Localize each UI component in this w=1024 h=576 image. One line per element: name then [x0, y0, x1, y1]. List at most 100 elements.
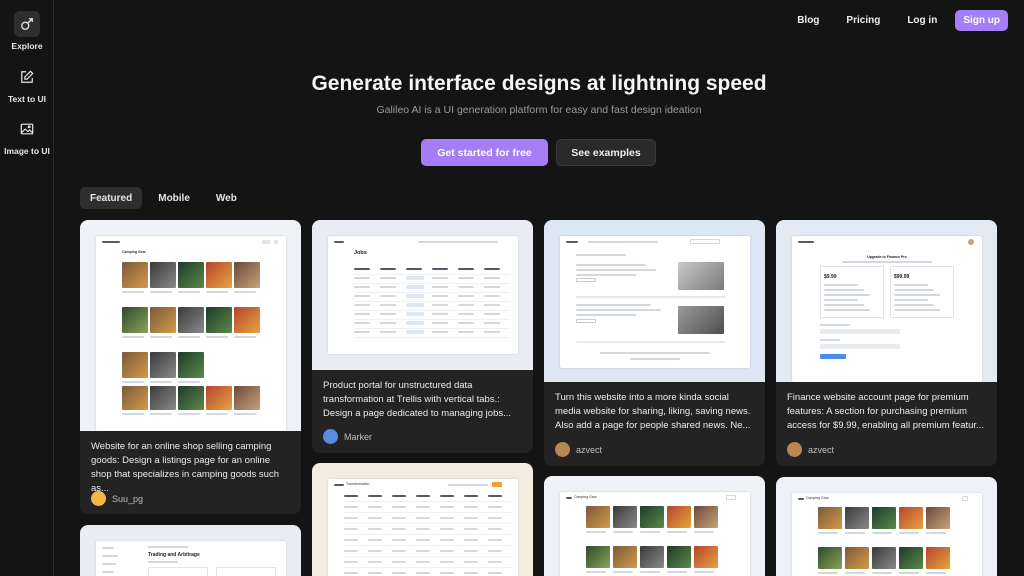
table-cell — [344, 550, 358, 552]
nav-blog-link[interactable]: Blog — [797, 15, 819, 26]
product-thumbnail — [122, 307, 148, 333]
feature-line — [824, 284, 858, 286]
sidebar-item-explore[interactable]: Explore — [0, 11, 54, 51]
product-caption — [150, 413, 172, 415]
table-cell — [380, 304, 396, 306]
table-cell — [440, 550, 454, 552]
table-cell — [440, 528, 454, 530]
table-divider — [344, 556, 512, 557]
table-cell — [368, 561, 382, 563]
example-card-news-social[interactable]: Turn this website into a more kinda soci… — [544, 220, 765, 466]
tab-web[interactable]: Web — [206, 187, 247, 209]
product-thumbnail — [818, 547, 842, 569]
product-thumbnail — [122, 352, 148, 378]
product-thumbnail — [150, 307, 176, 333]
table-cell — [432, 322, 448, 324]
table-cell — [406, 285, 424, 289]
table-cell — [368, 539, 382, 541]
table-cell — [432, 295, 448, 297]
example-card-camping-shop[interactable]: Camping Gear Website for an online shop … — [80, 220, 301, 514]
table-cell — [484, 295, 500, 297]
get-started-button[interactable]: Get started for free — [421, 139, 548, 166]
table-cell — [416, 572, 430, 574]
nav-pricing-link[interactable]: Pricing — [846, 15, 880, 26]
table-cell — [464, 517, 478, 519]
table-cell — [344, 539, 358, 541]
edit-icon — [14, 64, 40, 90]
table-cell — [392, 572, 406, 574]
product-thumbnail — [640, 546, 664, 568]
card-thumbnail: Camping Gear — [776, 477, 997, 576]
sidebar-item-image-to-ui[interactable]: Image to UI — [0, 116, 54, 156]
mock-price-monthly: $9.99 — [824, 274, 837, 280]
mock-title: Trading and Arbitrage — [148, 552, 200, 558]
example-card-camping-gear-2[interactable]: Camping Gear — [544, 476, 765, 576]
product-caption — [613, 531, 633, 533]
table-cell — [354, 322, 370, 324]
mock-page: Jobs — [328, 236, 518, 354]
product-caption — [818, 532, 838, 534]
card-thumbnail: Upgrade to Finance Pro $9.99 $99.99 — [776, 220, 997, 382]
example-card-jobs-portal[interactable]: Jobs Product portal for unstructured dat… — [312, 220, 533, 453]
sidebar: Explore Text to UI Image to UI — [0, 0, 54, 576]
product-caption — [150, 381, 172, 383]
table-cell — [432, 304, 448, 306]
product-thumbnail — [926, 547, 950, 569]
table-cell — [432, 331, 448, 333]
feature-line — [894, 284, 928, 286]
explore-icon — [14, 11, 40, 37]
table-divider — [354, 274, 510, 275]
nav-login-link[interactable]: Log in — [907, 15, 937, 26]
feature-line — [894, 304, 934, 306]
product-caption — [206, 413, 228, 415]
table-divider — [344, 534, 512, 535]
table-divider — [354, 328, 510, 329]
product-thumbnail — [667, 506, 691, 528]
table-divider — [354, 292, 510, 293]
table-cell — [464, 528, 478, 530]
table-cell — [464, 495, 478, 497]
table-cell — [368, 495, 382, 497]
table-cell — [406, 321, 424, 325]
feature-line — [894, 309, 940, 311]
card-author: Suu_pg — [91, 491, 143, 506]
table-cell — [458, 331, 474, 333]
product-thumbnail — [122, 386, 148, 410]
table-cell — [416, 528, 430, 530]
table-cell — [354, 286, 370, 288]
product-caption — [872, 532, 892, 534]
see-examples-button[interactable]: See examples — [556, 139, 656, 166]
tab-featured[interactable]: Featured — [80, 187, 143, 209]
author-name: azvect — [808, 444, 835, 455]
table-cell — [458, 268, 474, 270]
table-cell — [488, 572, 502, 574]
table-cell — [392, 561, 406, 563]
table-divider — [354, 337, 510, 338]
table-cell — [458, 313, 474, 315]
table-cell — [344, 561, 358, 563]
tab-mobile[interactable]: Mobile — [148, 187, 200, 209]
table-cell — [464, 539, 478, 541]
example-card-finance-pro[interactable]: Upgrade to Finance Pro $9.99 $99.99 Fina… — [776, 220, 997, 466]
example-card-transformation[interactable]: Transformation — [312, 463, 533, 576]
table-cell — [484, 268, 500, 270]
author-name: azvect — [576, 444, 603, 455]
signup-button[interactable]: Sign up — [955, 10, 1008, 31]
table-cell — [368, 506, 382, 508]
example-card-camping-gear-3[interactable]: Camping Gear — [776, 477, 997, 576]
mock-title: Camping Gear — [806, 496, 829, 500]
mock-page: Camping Gear — [96, 236, 286, 431]
sidebar-item-text-to-ui[interactable]: Text to UI — [0, 64, 54, 104]
product-thumbnail — [872, 547, 896, 569]
feature-line — [824, 289, 864, 291]
product-thumbnail — [899, 547, 923, 569]
mock-title: Transformation — [346, 482, 370, 486]
product-caption — [150, 291, 172, 293]
product-caption — [586, 571, 606, 573]
table-cell — [406, 303, 424, 307]
example-card-trading[interactable]: Trading and Arbitrage — [80, 525, 301, 576]
card-author: Marker — [323, 429, 372, 444]
table-cell — [392, 517, 406, 519]
table-cell — [380, 286, 396, 288]
table-cell — [344, 495, 358, 497]
